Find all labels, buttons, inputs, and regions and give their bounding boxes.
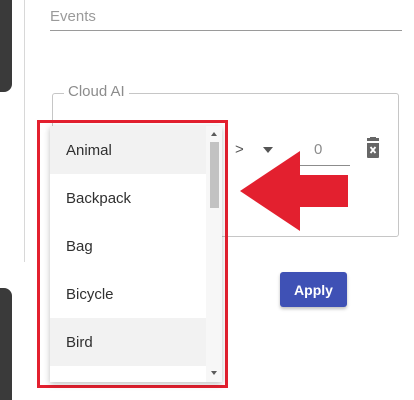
scroll-down-icon[interactable] (211, 371, 217, 375)
page: Events Cloud AI > 0 Apply Animal Backpac… (0, 0, 414, 400)
dropdown-scrollbar[interactable] (206, 126, 222, 382)
dropdown-item-animal[interactable]: Animal (50, 126, 206, 174)
left-window-edge-lower (0, 288, 12, 400)
dropdown-item-bicycle[interactable]: Bicycle (50, 270, 206, 318)
apply-button[interactable]: Apply (280, 272, 347, 307)
events-field-label: Events (50, 8, 96, 25)
dropdown-item-backpack[interactable]: Backpack (50, 174, 206, 222)
dropdown-item-bag[interactable]: Bag (50, 222, 206, 270)
events-field[interactable] (50, 30, 402, 31)
left-window-edge (0, 0, 12, 92)
trash-icon[interactable] (363, 137, 383, 159)
dropdown-item-bird[interactable]: Bird (50, 318, 206, 366)
scrollbar-thumb[interactable] (210, 142, 219, 208)
object-dropdown-list[interactable]: Animal Backpack Bag Bicycle Bird (50, 126, 222, 382)
cloud-ai-legend: Cloud AI (64, 83, 129, 100)
panel-divider (24, 0, 25, 262)
scroll-up-icon[interactable] (211, 132, 217, 136)
arrow-left-icon (240, 151, 348, 231)
